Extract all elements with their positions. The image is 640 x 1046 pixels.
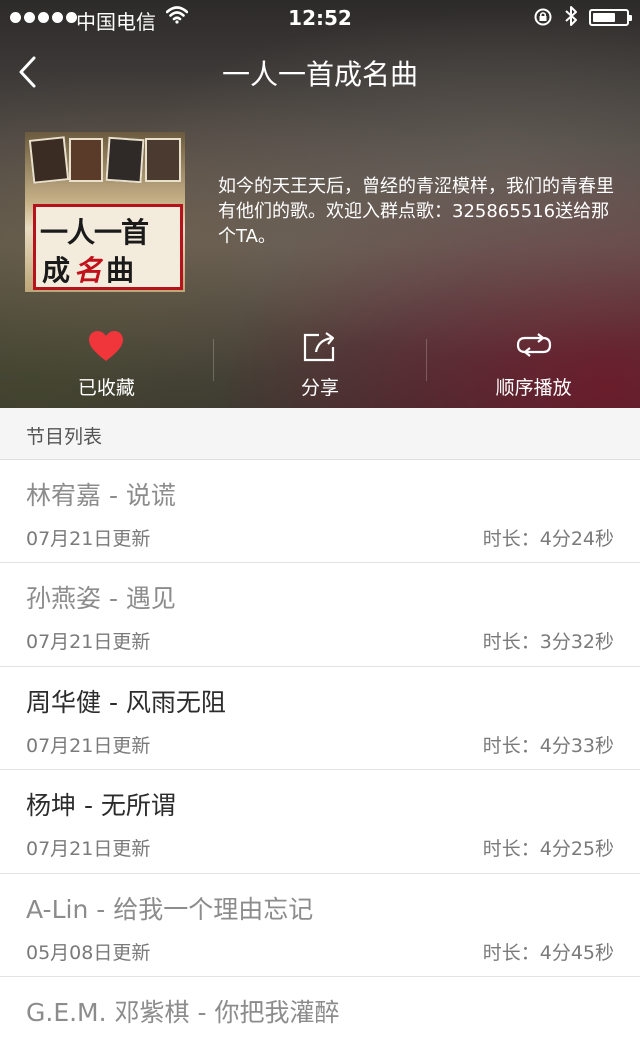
program-update-date: 05月08日更新 [26, 941, 151, 964]
program-row[interactable]: 杨坤 - 无所谓 07月21日更新 时长：4分25秒 [0, 770, 640, 874]
share-label: 分享 [301, 377, 340, 399]
favorite-button[interactable]: 已收藏 [0, 313, 213, 408]
action-bar: 已收藏 分享 顺序播放 [0, 313, 640, 408]
program-row[interactable]: G.E.M. 邓紫棋 - 你把我灌醉 [0, 977, 640, 1046]
favorite-label: 已收藏 [77, 377, 135, 399]
program-row[interactable]: 林宥嘉 - 说谎 07月21日更新 时长：4分24秒 [0, 460, 640, 564]
bluetooth-icon [565, 6, 577, 26]
program-list: 林宥嘉 - 说谎 07月21日更新 时长：4分24秒 孙燕姿 - 遇见 07月2… [0, 460, 640, 1046]
status-bar: 中国电信 12:52 [0, 0, 640, 36]
play-order-label: 顺序播放 [495, 377, 572, 399]
program-update-date: 07月21日更新 [26, 631, 151, 654]
program-update-date: 07月21日更新 [26, 734, 151, 757]
album-cover: 一人一首 成名曲 [25, 132, 185, 292]
program-duration: 时长：4分25秒 [482, 838, 614, 861]
share-icon [303, 332, 335, 362]
program-row[interactable]: 孙燕姿 - 遇见 07月21日更新 时长：3分32秒 [0, 563, 640, 667]
program-title: 孙燕姿 - 遇见 [26, 584, 176, 614]
play-order-button[interactable]: 顺序播放 [427, 313, 640, 408]
album-header: 中国电信 12:52 一人一首成名曲 一人一首 成名曲 如今的天王天后，曾经的青… [0, 0, 640, 408]
program-update-date: 07月21日更新 [26, 528, 151, 550]
program-update-date: 07月21日更新 [26, 838, 151, 861]
program-title: G.E.M. 邓紫棋 - 你把我灌醉 [26, 997, 340, 1027]
album-description: 如今的天王天后，曾经的青涩模样，我们的青春里有他们的歌。欢迎入群点歌：32586… [218, 176, 614, 247]
section-header: 节目列表 [0, 408, 640, 460]
program-title: 林宥嘉 - 说谎 [26, 481, 176, 510]
program-row[interactable]: A-Lin - 给我一个理由忘记 05月08日更新 时长：4分45秒 [0, 874, 640, 977]
program-title: 周华健 - 风雨无阻 [26, 687, 226, 717]
heart-icon [89, 331, 124, 361]
program-title: A-Lin - 给我一个理由忘记 [26, 894, 314, 924]
program-row[interactable]: 周华健 - 风雨无阻 07月21日更新 时长：4分33秒 [0, 667, 640, 771]
repeat-icon [516, 333, 551, 357]
share-button[interactable]: 分享 [214, 313, 427, 408]
program-title: 杨坤 - 无所谓 [26, 791, 176, 821]
program-duration: 时长：4分24秒 [482, 528, 614, 550]
program-duration: 时长：3分32秒 [482, 631, 614, 654]
cover-title-line1: 一人一首 [40, 216, 149, 249]
program-duration: 时长：4分33秒 [482, 734, 614, 757]
rotation-lock-icon [534, 8, 552, 26]
page-title: 一人一首成名曲 [221, 58, 418, 91]
cover-title-line2: 成名曲 [42, 254, 139, 287]
program-duration: 时长：4分45秒 [482, 941, 614, 964]
battery-icon [589, 9, 632, 26]
